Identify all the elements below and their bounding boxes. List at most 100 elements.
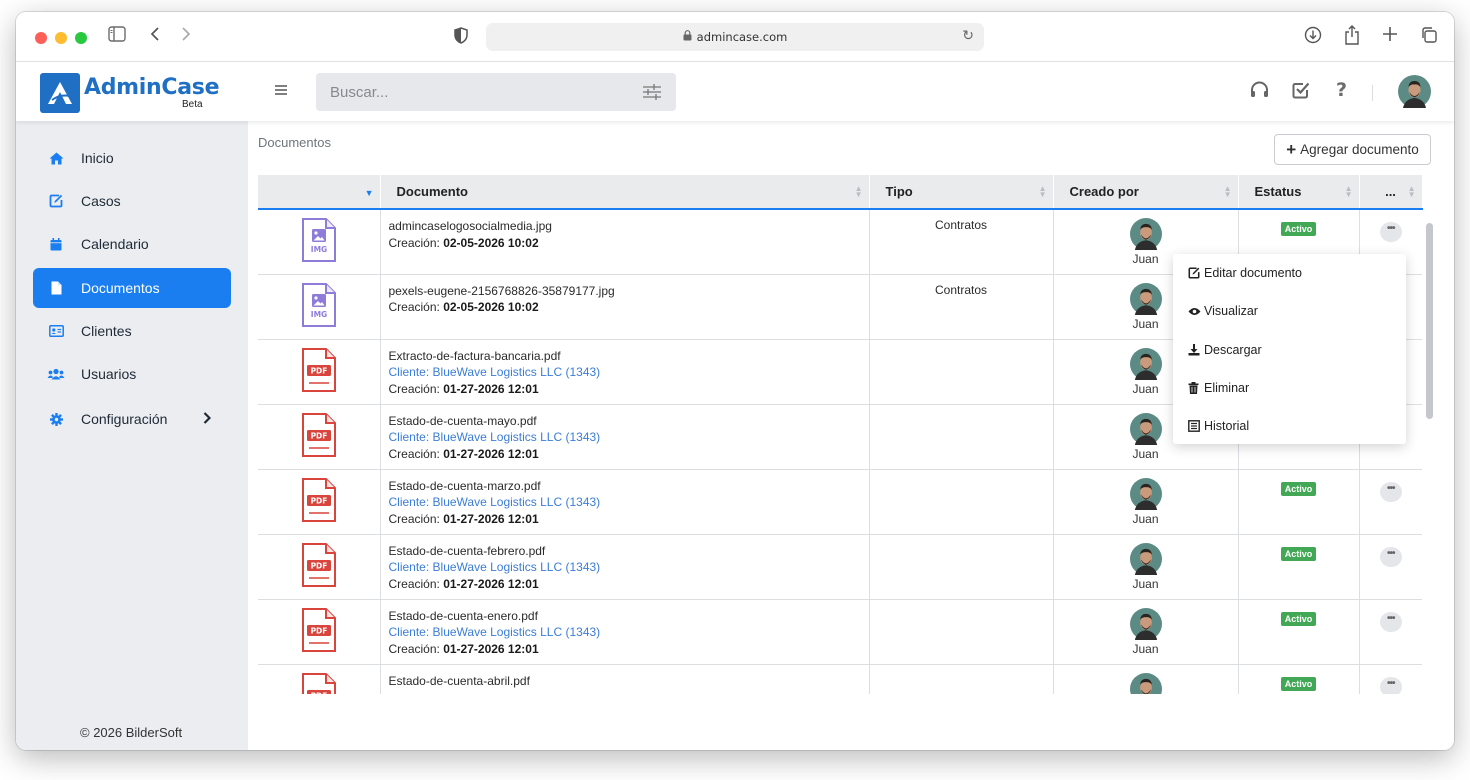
file-icon-cell[interactable]: PDF bbox=[258, 404, 381, 470]
logo-beta-tag: Beta bbox=[182, 99, 203, 110]
forward-icon[interactable] bbox=[181, 26, 191, 46]
zoom-window-button[interactable] bbox=[75, 32, 87, 44]
sidebar-item-calendario[interactable]: Calendario bbox=[33, 224, 231, 264]
pdf-file-icon: PDF bbox=[301, 672, 336, 694]
row-actions-button[interactable]: ••• bbox=[1379, 481, 1402, 502]
sidebar: Inicio Casos Calendario Documentos Clien… bbox=[16, 121, 248, 750]
document-cell: Estado-de-cuenta-mayo.pdf Cliente: BlueWa… bbox=[380, 404, 870, 470]
privacy-shield-icon[interactable] bbox=[454, 27, 468, 48]
sidebar-item-configuracion[interactable]: Configuración bbox=[33, 399, 231, 439]
reload-icon[interactable]: ↻ bbox=[962, 28, 974, 44]
tasks-check-icon[interactable] bbox=[1292, 81, 1310, 104]
share-icon[interactable] bbox=[1344, 25, 1360, 49]
row-actions-button[interactable]: ••• bbox=[1379, 222, 1402, 242]
creator-avatar bbox=[1129, 347, 1162, 380]
menu-item-label: Visualizar bbox=[1204, 304, 1258, 319]
client-link[interactable]: Cliente: BlueWave Logistics LLC (1343) bbox=[389, 494, 861, 511]
created-value: 01-27-2026 12:01 bbox=[443, 511, 539, 526]
client-link[interactable]: Cliente: BlueWave Logistics LLC (1343) bbox=[389, 559, 861, 576]
row-actions-button[interactable]: ••• bbox=[1379, 676, 1402, 694]
search-box bbox=[316, 73, 676, 111]
user-avatar[interactable] bbox=[1398, 75, 1431, 108]
image-file-icon: IMG bbox=[301, 218, 336, 262]
sort-desc-icon: ▼ bbox=[364, 188, 374, 198]
file-icon-cell[interactable]: PDF bbox=[258, 469, 381, 535]
table-scrollbar[interactable] bbox=[1426, 223, 1433, 419]
home-icon bbox=[47, 152, 65, 165]
table-row[interactable]: PDF Estado-de-cuenta-abril.pdf Activo ••• bbox=[258, 664, 1422, 694]
minimize-window-button[interactable] bbox=[55, 32, 67, 44]
sort-icon: ▲ ▼ bbox=[1407, 184, 1416, 199]
id-card-icon bbox=[47, 325, 65, 337]
column-header-estatus[interactable]: Estatus ▲ ▼ bbox=[1238, 175, 1360, 210]
file-icon-cell[interactable]: PDF bbox=[258, 664, 381, 694]
downloads-icon[interactable] bbox=[1304, 26, 1322, 48]
column-header-creado-por[interactable]: Creado por ▲ ▼ bbox=[1053, 175, 1239, 210]
address-bar[interactable]: admincase.com ↻ bbox=[486, 23, 984, 51]
document-name[interactable]: admincaselogosocialmedia.jpg bbox=[389, 218, 861, 235]
client-link[interactable]: Cliente: BlueWave Logistics LLC (1343) bbox=[389, 364, 861, 381]
menu-item-descargar[interactable]: Descargar bbox=[1173, 331, 1406, 369]
document-name[interactable]: Estado-de-cuenta-enero.pdf bbox=[389, 608, 861, 625]
sidebar-item-clientes[interactable]: Clientes bbox=[33, 311, 231, 351]
logo-icon[interactable] bbox=[40, 73, 80, 113]
sidebar-item-inicio[interactable]: Inicio bbox=[33, 138, 231, 178]
column-header-documento[interactable]: Documento ▲ ▼ bbox=[380, 175, 870, 210]
help-icon[interactable]: ? bbox=[1336, 79, 1347, 101]
row-actions-button[interactable]: ••• bbox=[1379, 611, 1402, 632]
column-header-tipo[interactable]: Tipo ▲ ▼ bbox=[869, 175, 1054, 210]
client-link[interactable]: Cliente: BlueWave Logistics LLC (1343) bbox=[389, 624, 861, 641]
menu-item-label: Descargar bbox=[1204, 342, 1262, 357]
tipo-value: Contratos bbox=[934, 218, 988, 232]
file-icon-cell[interactable]: PDF bbox=[258, 339, 381, 405]
svg-text:IMG: IMG bbox=[311, 245, 327, 254]
column-header-actions[interactable]: ... ▲ ▼ bbox=[1359, 175, 1423, 210]
document-name[interactable]: pexels-eugene-2156768826-35879177.jpg bbox=[389, 283, 861, 300]
document-name[interactable]: Estado-de-cuenta-marzo.pdf bbox=[389, 478, 861, 495]
document-name[interactable]: Estado-de-cuenta-mayo.pdf bbox=[389, 413, 861, 430]
table-row[interactable]: PDF Estado-de-cuenta-febrero.pdf Cliente: … bbox=[258, 534, 1422, 600]
file-icon-cell[interactable]: IMG bbox=[258, 274, 381, 340]
trash-icon bbox=[1188, 382, 1202, 395]
sidebar-item-casos[interactable]: Casos bbox=[33, 181, 231, 221]
row-actions-button[interactable]: ••• bbox=[1379, 546, 1402, 567]
status-cell: Activo bbox=[1238, 534, 1360, 600]
tab-overview-icon[interactable] bbox=[1420, 26, 1438, 48]
file-icon-cell[interactable]: PDF bbox=[258, 534, 381, 600]
add-document-button[interactable]: + Agregar documento bbox=[1274, 134, 1431, 165]
document-name[interactable]: Estado-de-cuenta-febrero.pdf bbox=[389, 543, 861, 560]
pdf-file-icon: PDF bbox=[301, 347, 336, 392]
file-icon-cell[interactable]: PDF bbox=[258, 599, 381, 665]
menu-item-editar[interactable]: Editar documento bbox=[1173, 254, 1406, 292]
sidebar-item-documentos[interactable]: Documentos bbox=[33, 268, 231, 308]
creado-por-cell: Juan bbox=[1053, 599, 1239, 665]
close-window-button[interactable] bbox=[35, 32, 47, 44]
sidebar-item-usuarios[interactable]: Usuarios bbox=[33, 354, 231, 394]
column-label: Estatus bbox=[1254, 184, 1302, 199]
header-divider bbox=[1372, 85, 1373, 101]
column-header-icon[interactable]: ▼ bbox=[258, 175, 381, 210]
menu-item-visualizar[interactable]: Visualizar bbox=[1173, 292, 1406, 330]
created-label: Creación: bbox=[388, 446, 440, 461]
headset-support-icon[interactable] bbox=[1250, 81, 1269, 104]
created-date: Creación: 01-27-2026 12:01 bbox=[389, 641, 861, 658]
sort-icon: ▲ ▼ bbox=[854, 184, 863, 199]
actions-cell: ••• bbox=[1359, 534, 1422, 600]
download-icon bbox=[1188, 343, 1202, 356]
filter-sliders-icon[interactable] bbox=[642, 83, 662, 104]
document-name[interactable]: Estado-de-cuenta-abril.pdf bbox=[389, 673, 861, 690]
table-row[interactable]: PDF Estado-de-cuenta-marzo.pdf Cliente: Bl… bbox=[258, 469, 1422, 535]
menu-toggle-icon[interactable] bbox=[274, 83, 288, 101]
table-row[interactable]: PDF Estado-de-cuenta-enero.pdf Cliente: Bl… bbox=[258, 599, 1422, 665]
sidebar-toggle-icon[interactable] bbox=[108, 26, 126, 46]
new-tab-icon[interactable] bbox=[1382, 26, 1398, 46]
document-name[interactable]: Extracto-de-factura-bancaria.pdf bbox=[389, 348, 861, 365]
document-cell: Estado-de-cuenta-marzo.pdf Cliente: BlueW… bbox=[380, 469, 870, 535]
creator-name: Juan bbox=[1132, 446, 1159, 461]
search-input[interactable] bbox=[316, 73, 676, 111]
client-link[interactable]: Cliente: BlueWave Logistics LLC (1343) bbox=[389, 429, 861, 446]
back-icon[interactable] bbox=[150, 26, 160, 46]
menu-item-eliminar[interactable]: Eliminar bbox=[1173, 369, 1406, 407]
file-icon-cell[interactable]: IMG bbox=[258, 209, 381, 275]
menu-item-historial[interactable]: Historial bbox=[1173, 407, 1406, 445]
